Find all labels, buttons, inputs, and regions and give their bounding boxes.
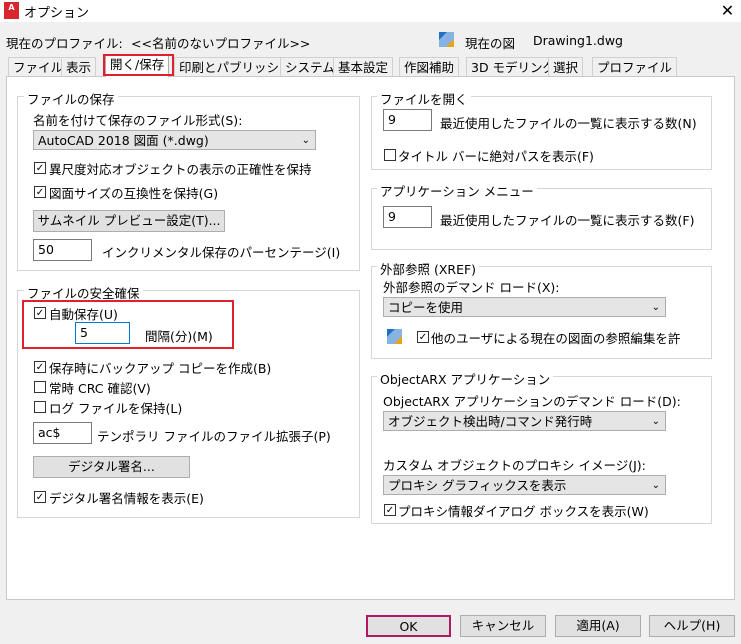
current-profile-name: <<名前のないプロファイル>> — [131, 36, 311, 51]
title-bar: A オプション ✕ — [0, 0, 741, 22]
size-compat-checkbox[interactable]: ✓ — [34, 186, 46, 198]
proxy-dialog-checkbox[interactable]: ✓ — [384, 504, 396, 516]
objectarx-demand-label: ObjectARX アプリケーションのデマンド ロード(D): — [383, 394, 681, 409]
tab-3d-modeling[interactable]: 3D モデリング — [466, 57, 561, 77]
tab-profiles[interactable]: プロファイル — [592, 57, 678, 77]
tab-highlight — [103, 54, 174, 76]
chevron-down-icon: ⌄ — [651, 480, 660, 491]
checkmark-icon: ✓ — [418, 332, 428, 343]
objectarx-demand-value: オブジェクト検出時/コマンド発行時 — [388, 414, 593, 429]
file-save-title: ファイルの保存 — [24, 89, 118, 108]
apply-button[interactable]: 適用(A) — [555, 615, 641, 637]
xref-demand-dropdown[interactable]: コピーを使用 ⌄ — [383, 297, 666, 317]
crc-check-checkbox[interactable] — [34, 381, 46, 393]
checkmark-icon: ✓ — [385, 505, 395, 516]
full-path-label: タイトル バーに絶対パスを表示(F) — [398, 149, 594, 164]
size-compat-label: 図面サイズの互換性を保持(G) — [49, 186, 219, 201]
file-open-title: ファイルを開く — [377, 89, 471, 108]
temp-extension-input[interactable]: ac$ — [33, 422, 92, 444]
autosave-interval-label: 間隔(分)(M) — [145, 329, 213, 344]
xref-demand-label: 外部参照のデマンド ロード(X): — [383, 280, 560, 295]
checkmark-icon: ✓ — [35, 163, 45, 174]
checkmark-icon: ✓ — [35, 187, 45, 198]
proxy-image-dropdown[interactable]: プロキシ グラフィックスを表示 ⌄ — [383, 475, 666, 495]
autocad-app-icon: A — [4, 2, 19, 19]
chevron-down-icon: ⌄ — [651, 302, 660, 313]
xref-edit-checkbox[interactable]: ✓ — [417, 331, 429, 343]
full-path-checkbox[interactable] — [384, 149, 396, 161]
app-menu-title: アプリケーション メニュー — [377, 181, 537, 200]
checkmark-icon: ✓ — [35, 362, 45, 373]
backup-copy-checkbox[interactable]: ✓ — [34, 361, 46, 373]
checkmark-icon: ✓ — [35, 492, 45, 503]
app-menu-recent-label: 最近使用したファイルの一覧に表示する数(F) — [440, 213, 695, 228]
tab-files[interactable]: ファイル — [8, 57, 69, 77]
save-format-label: 名前を付けて保存のファイル形式(S): — [33, 113, 243, 128]
digital-signature-button[interactable]: デジタル署名... — [33, 456, 190, 478]
xref-edit-label: 他のユーザによる現在の図面の参照編集を許 — [431, 331, 681, 346]
current-profile-label: 現在のプロファイル: — [6, 36, 123, 51]
tab-plot-publish[interactable]: 印刷とパブリッシュ — [174, 57, 297, 77]
chevron-down-icon: ⌄ — [301, 135, 310, 146]
recent-files-count-input[interactable]: 9 — [383, 109, 432, 131]
tab-user-preferences[interactable]: 基本設定 — [333, 57, 394, 77]
objectarx-title: ObjectARX アプリケーション — [377, 369, 554, 388]
proxy-image-value: プロキシ グラフィックスを表示 — [388, 478, 567, 493]
drawing-file-icon — [439, 32, 454, 47]
proxy-dialog-label: プロキシ情報ダイアログ ボックスを表示(W) — [398, 504, 649, 519]
tab-display[interactable]: 表示 — [61, 57, 97, 77]
xref-title: 外部参照 (XREF) — [377, 259, 480, 278]
proxy-image-label: カスタム オブジェクトのプロキシ イメージ(J): — [383, 458, 646, 473]
chevron-down-icon: ⌄ — [651, 416, 660, 427]
current-drawing-label: 現在の図 — [465, 36, 516, 51]
app-menu-recent-input[interactable]: 9 — [383, 206, 432, 228]
autosave-interval-input[interactable]: 5 — [75, 322, 130, 344]
temp-extension-label: テンポラリ ファイルのファイル拡張子(P) — [97, 429, 331, 444]
annotative-accuracy-checkbox[interactable]: ✓ — [34, 162, 46, 174]
digital-signature-info-checkbox[interactable]: ✓ — [34, 491, 46, 503]
tab-system[interactable]: システム — [280, 57, 340, 77]
tab-selection[interactable]: 選択 — [548, 57, 584, 77]
window-title: オプション — [24, 6, 90, 21]
log-file-checkbox[interactable] — [34, 401, 46, 413]
ok-button[interactable]: OK — [366, 615, 451, 637]
help-button[interactable]: ヘルプ(H) — [649, 615, 735, 637]
digital-signature-info-label: デジタル署名情報を表示(E) — [49, 491, 204, 506]
xref-demand-value: コピーを使用 — [388, 300, 464, 315]
checkmark-icon: ✓ — [35, 308, 45, 319]
autosave-label: 自動保存(U) — [49, 307, 118, 322]
incremental-save-input[interactable]: 50 — [33, 239, 92, 261]
crc-check-label: 常時 CRC 確認(V) — [49, 381, 151, 396]
save-format-dropdown[interactable]: AutoCAD 2018 図面 (*.dwg) ⌄ — [33, 130, 316, 150]
thumbnail-settings-button[interactable]: サムネイル プレビュー設定(T)... — [33, 210, 225, 232]
incremental-save-label: インクリメンタル保存のパーセンテージ(I) — [102, 245, 341, 260]
recent-files-count-label: 最近使用したファイルの一覧に表示する数(N) — [440, 116, 697, 131]
tab-drafting[interactable]: 作図補助 — [399, 57, 460, 77]
close-icon[interactable]: ✕ — [714, 0, 741, 22]
drawing-file-icon — [387, 329, 402, 344]
current-drawing-name: Drawing1.dwg — [533, 33, 623, 48]
log-file-label: ログ ファイルを保持(L) — [49, 401, 183, 416]
backup-copy-label: 保存時にバックアップ コピーを作成(B) — [49, 361, 272, 376]
save-format-value: AutoCAD 2018 図面 (*.dwg) — [38, 133, 209, 148]
annotative-accuracy-label: 異尺度対応オブジェクトの表示の正確性を保持 — [49, 162, 312, 177]
autosave-checkbox[interactable]: ✓ — [34, 307, 46, 319]
objectarx-demand-dropdown[interactable]: オブジェクト検出時/コマンド発行時 ⌄ — [383, 411, 666, 431]
cancel-button[interactable]: キャンセル — [460, 615, 546, 637]
